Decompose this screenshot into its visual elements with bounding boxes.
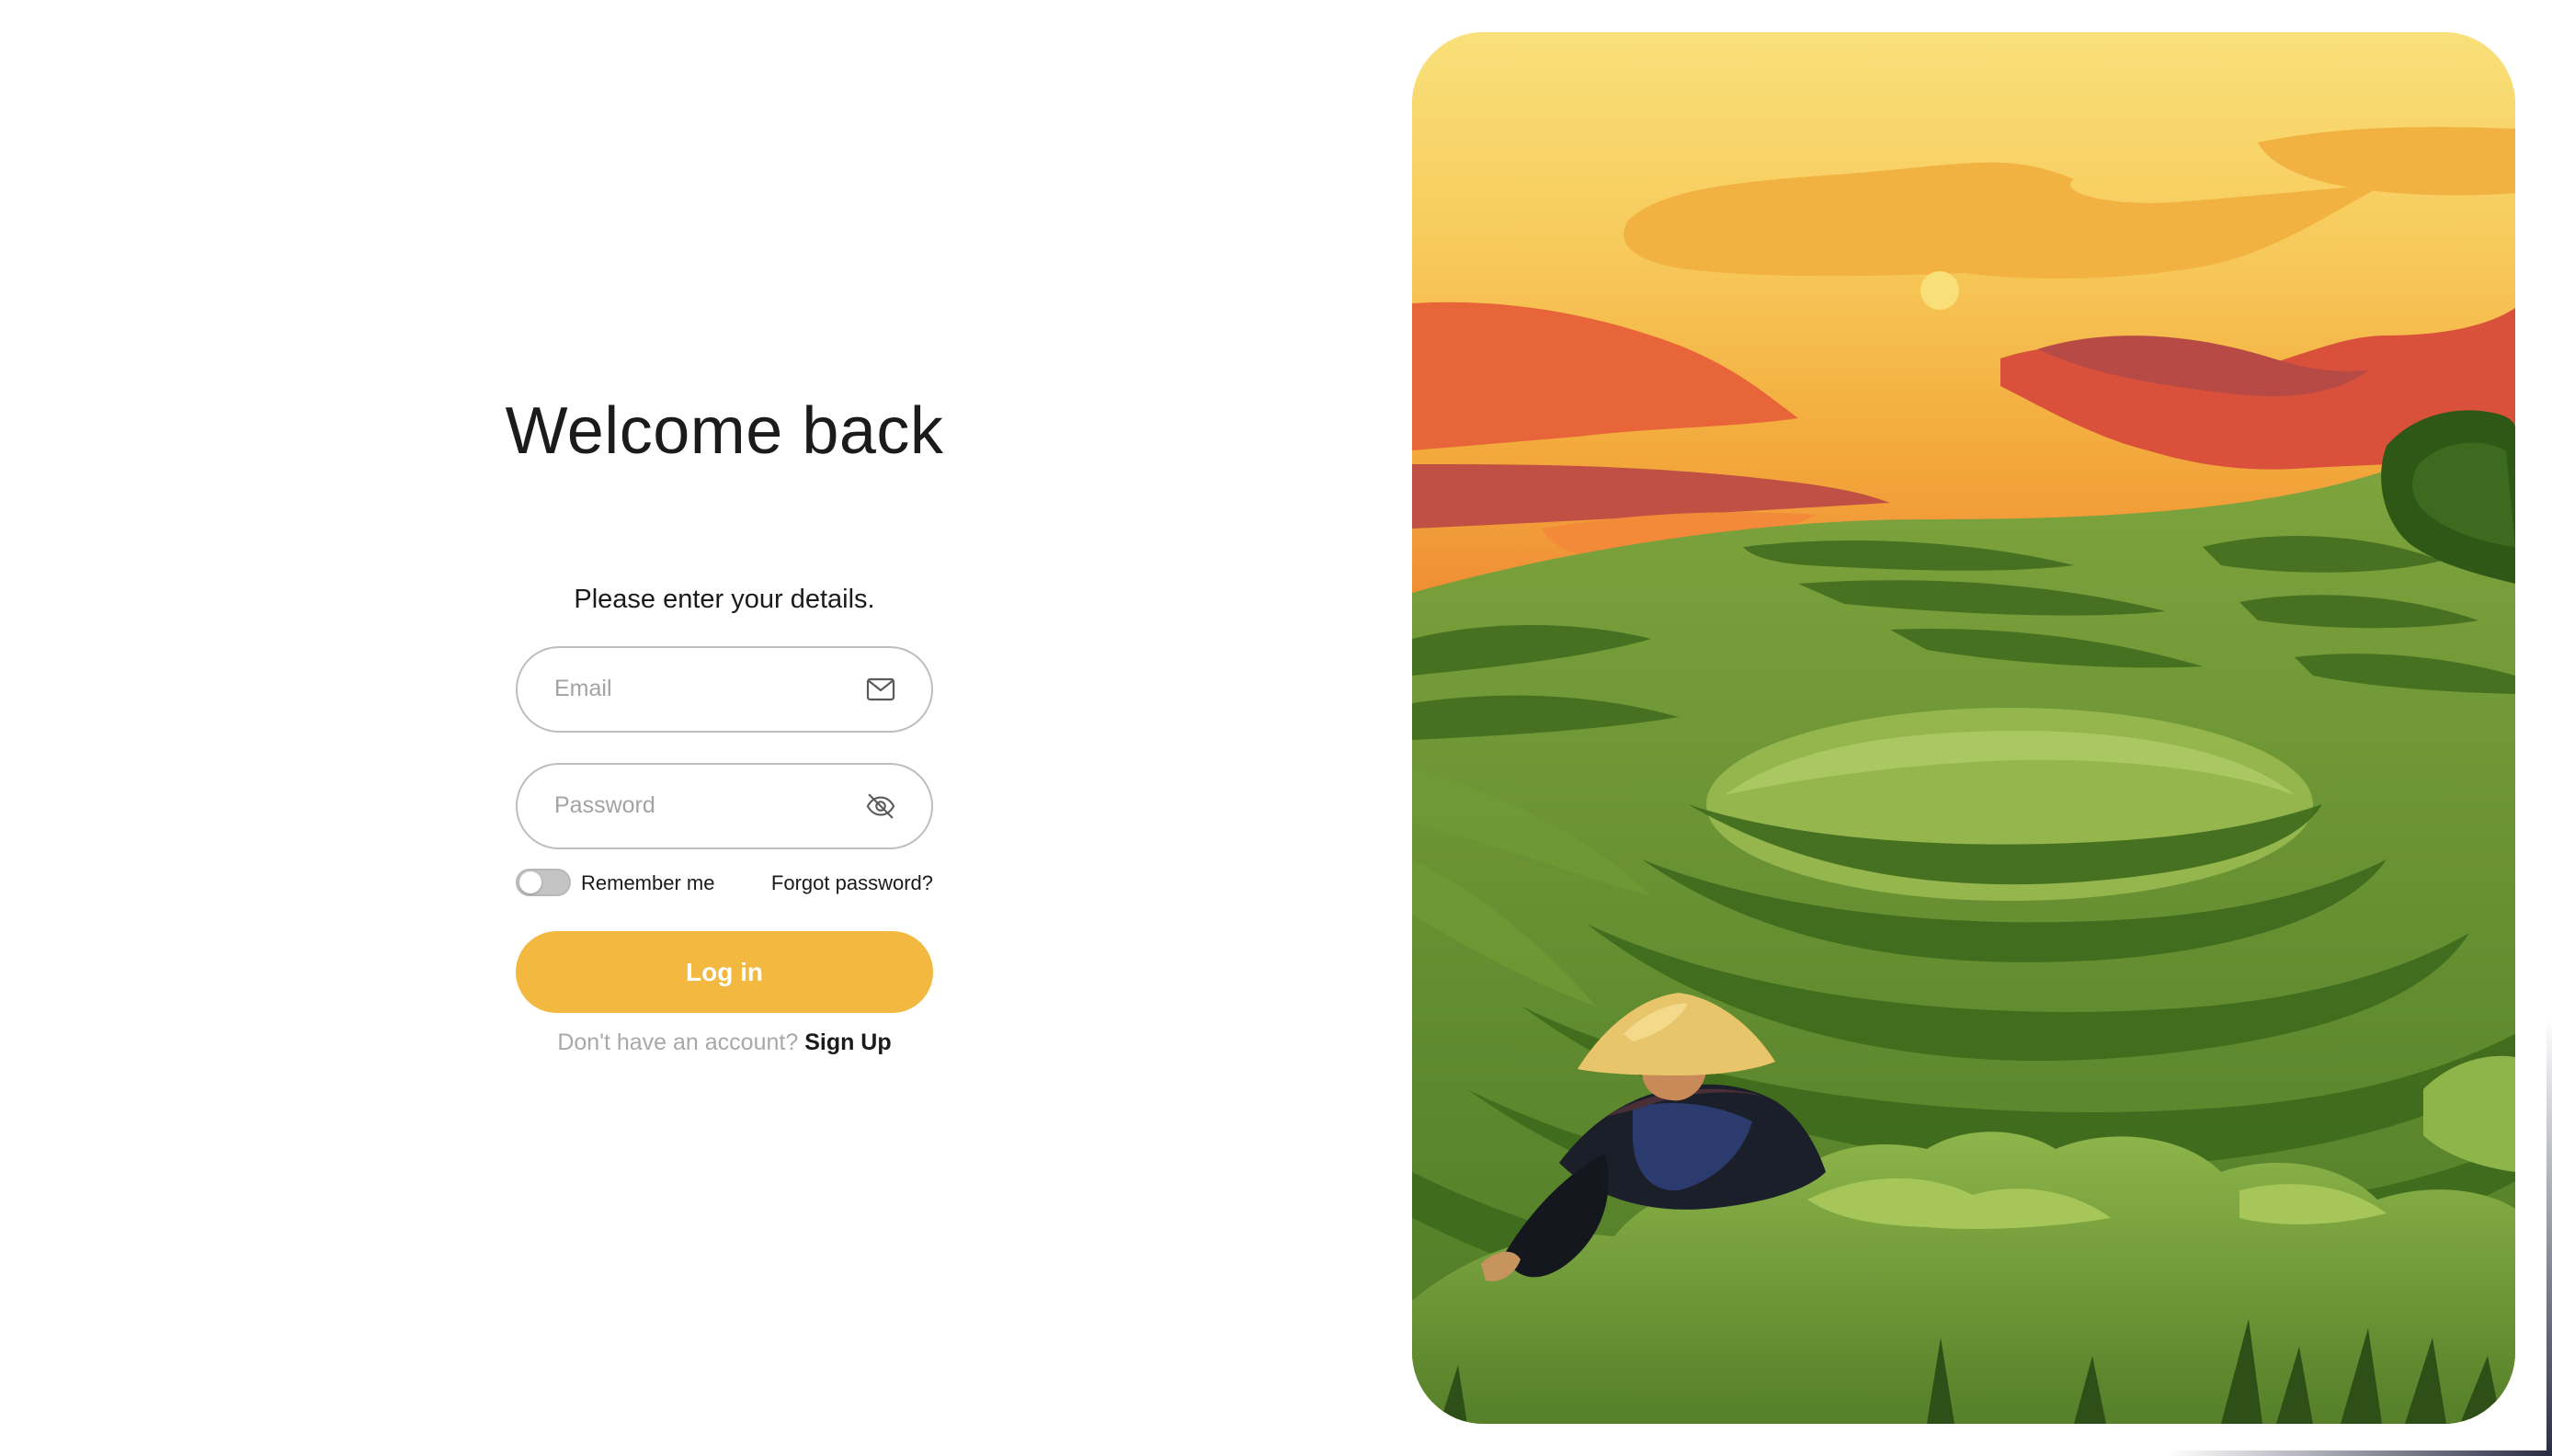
hero-illustration bbox=[1412, 32, 2515, 1424]
forgot-password-link[interactable]: Forgot password? bbox=[771, 871, 933, 895]
mail-icon bbox=[865, 674, 896, 705]
signup-link[interactable]: Sign Up bbox=[804, 1029, 891, 1055]
signup-row: Don't have an account? Sign Up bbox=[0, 1029, 1449, 1056]
login-button[interactable]: Log in bbox=[516, 931, 933, 1013]
toggle-knob bbox=[519, 871, 541, 893]
rice-terrace-illustration bbox=[1412, 32, 2515, 1424]
page-subtitle: Please enter your details. bbox=[574, 585, 875, 614]
email-input[interactable] bbox=[554, 648, 830, 730]
remember-me-label: Remember me bbox=[581, 871, 715, 894]
email-field[interactable] bbox=[516, 646, 933, 733]
login-options-row: Remember me Forgot password? bbox=[516, 868, 933, 899]
eye-off-icon[interactable] bbox=[865, 791, 896, 822]
password-field[interactable] bbox=[516, 763, 933, 849]
password-input[interactable] bbox=[554, 765, 830, 847]
window-edge bbox=[2546, 0, 2552, 1456]
login-panel: Welcome back Please enter your details. bbox=[0, 0, 1449, 1456]
page-title: Welcome back bbox=[505, 394, 944, 468]
login-page: Welcome back Please enter your details. bbox=[0, 0, 2552, 1456]
remember-me-toggle[interactable] bbox=[516, 869, 571, 896]
window-edge-bottom bbox=[0, 1450, 2552, 1456]
signup-prompt: Don't have an account? bbox=[557, 1029, 799, 1055]
